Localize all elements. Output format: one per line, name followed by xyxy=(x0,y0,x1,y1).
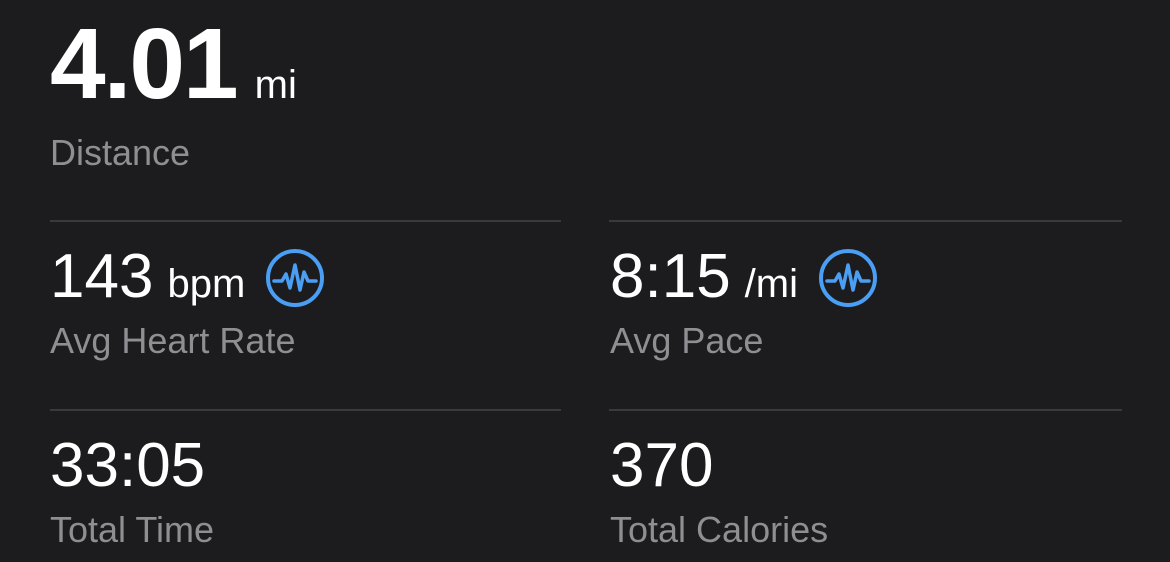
divider-right-1 xyxy=(609,220,1122,222)
pace-stat: 8:15 /mi Avg Pace xyxy=(610,246,878,362)
heart-rate-label: Avg Heart Rate xyxy=(50,320,296,361)
pace-chart-icon[interactable] xyxy=(818,248,878,308)
pace-label: Avg Pace xyxy=(610,320,764,361)
total-time-value: 33:05 xyxy=(50,431,206,500)
heart-rate-chart-icon[interactable] xyxy=(265,248,325,308)
total-calories-value-row: 370 xyxy=(610,435,828,499)
pace-value-row: 8:15 /mi xyxy=(610,246,878,310)
distance-value-row: 4.01 mi xyxy=(50,14,297,114)
distance-value: 4.01 xyxy=(50,8,239,120)
divider-right-2 xyxy=(609,409,1122,411)
total-time-label: Total Time xyxy=(50,509,215,550)
distance-unit: mi xyxy=(254,63,297,107)
heart-rate-unit: bpm xyxy=(167,262,246,306)
divider-left-1 xyxy=(50,220,561,222)
distance-label: Distance xyxy=(50,132,191,173)
total-time-value-row: 33:05 xyxy=(50,435,214,499)
distance-stat: 4.01 mi Distance xyxy=(50,14,297,174)
pace-unit: /mi xyxy=(744,262,798,306)
total-calories-value: 370 xyxy=(610,431,714,500)
pace-value: 8:15 xyxy=(610,242,731,311)
heart-rate-stat: 143 bpm Avg Heart Rate xyxy=(50,246,325,362)
heart-rate-value-row: 143 bpm xyxy=(50,246,325,310)
heart-rate-value: 143 xyxy=(50,242,154,311)
divider-left-2 xyxy=(50,409,561,411)
total-time-stat: 33:05 Total Time xyxy=(50,435,214,551)
total-calories-stat: 370 Total Calories xyxy=(610,435,828,551)
total-calories-label: Total Calories xyxy=(610,509,829,550)
